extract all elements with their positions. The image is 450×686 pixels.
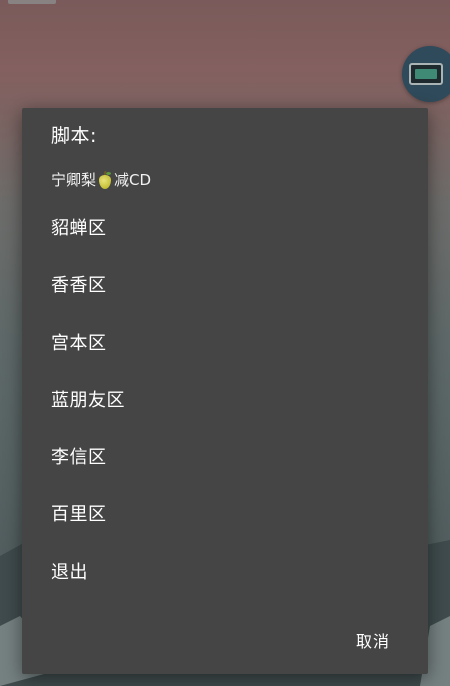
option-lixin[interactable]: 李信区 (22, 429, 428, 486)
option-lanpengyou[interactable]: 蓝朋友区 (22, 372, 428, 429)
option-xiangxiang[interactable]: 香香区 (22, 257, 428, 314)
dialog-title: 脚本: (51, 125, 97, 147)
subtitle-prefix: 宁卿梨 (51, 171, 97, 189)
cancel-button[interactable]: 取消 (354, 624, 392, 656)
subtitle-suffix: 减CD (114, 171, 152, 189)
option-list: 貂蝉区 香香区 宫本区 蓝朋友区 李信区 百里区 退出 (22, 200, 428, 601)
dialog-subtitle: 宁卿梨 减CD (51, 169, 151, 190)
option-baili[interactable]: 百里区 (22, 486, 428, 543)
status-bar-indicator (8, 0, 56, 4)
floating-assistant-button[interactable] (402, 46, 450, 102)
screen: 脚本: 宁卿梨 减CD 貂蝉区 香香区 宫本区 蓝朋友区 李信区 百里区 退出 … (0, 0, 450, 686)
option-diaochan[interactable]: 貂蝉区 (22, 200, 428, 257)
script-selection-dialog: 脚本: 宁卿梨 减CD 貂蝉区 香香区 宫本区 蓝朋友区 李信区 百里区 退出 … (22, 108, 428, 674)
screen-icon (409, 63, 443, 85)
option-exit[interactable]: 退出 (22, 544, 428, 601)
pear-icon (98, 170, 112, 189)
option-gongben[interactable]: 宫本区 (22, 315, 428, 372)
